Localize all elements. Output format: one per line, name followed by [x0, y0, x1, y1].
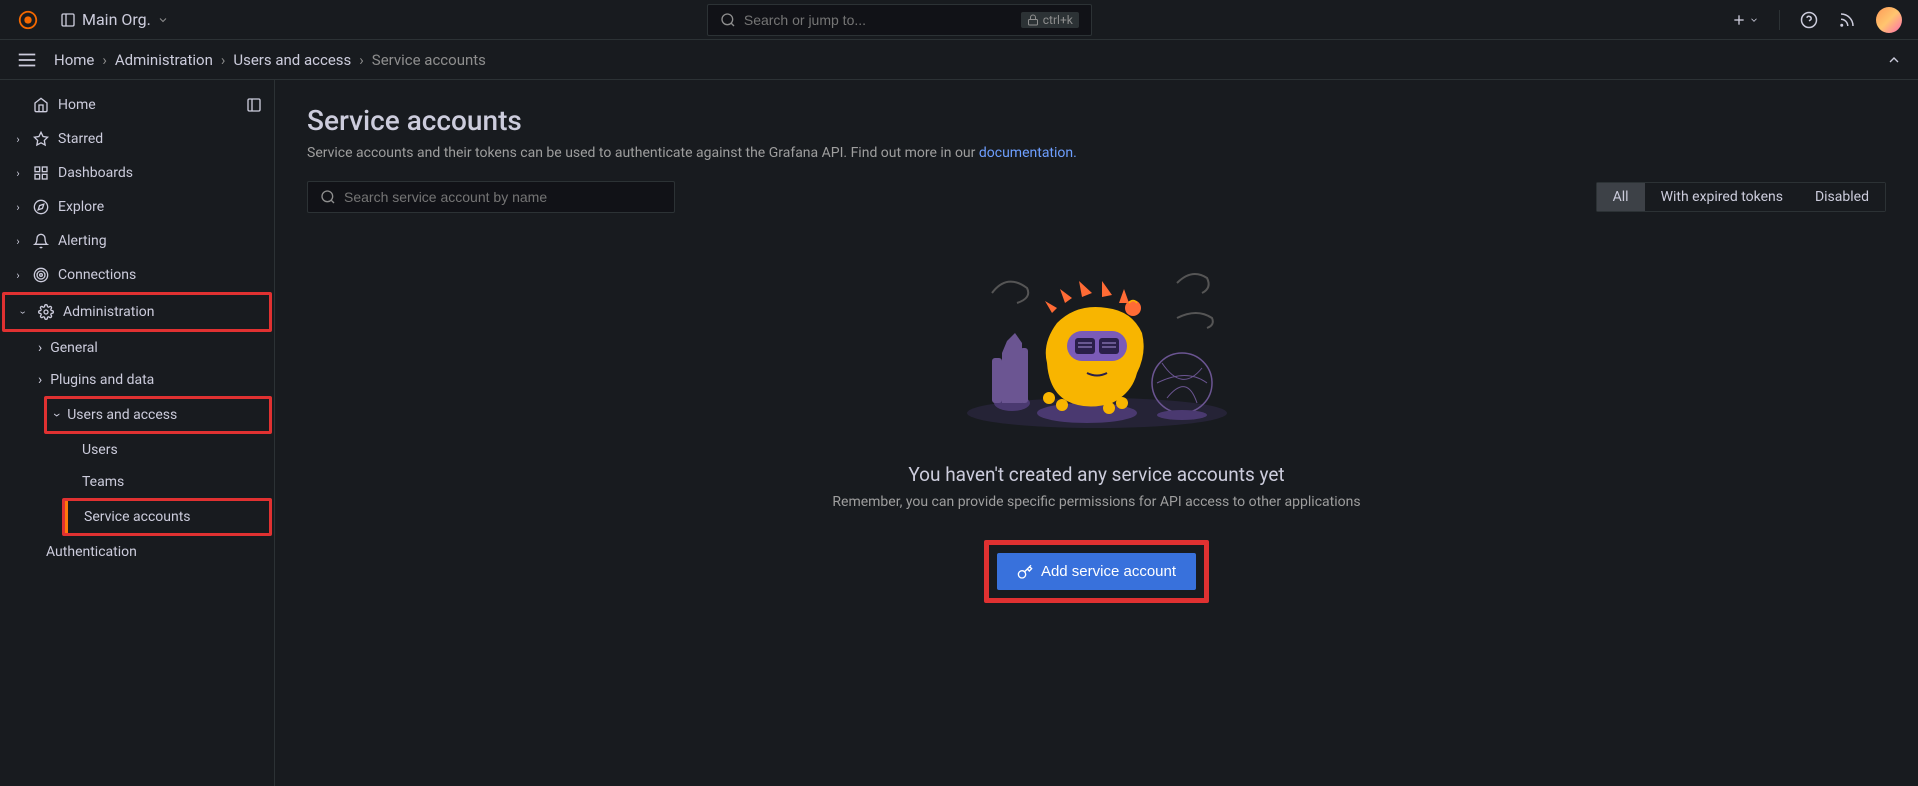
chevron-right-icon: ›	[12, 201, 24, 214]
sidebar-item-starred[interactable]: › Starred	[0, 122, 274, 156]
grafana-logo[interactable]	[16, 8, 40, 32]
sidebar-item-label: Users and access	[67, 407, 177, 423]
breadcrumb-bar: Home › Administration › Users and access…	[0, 40, 1918, 80]
chevron-down-icon: ›	[49, 413, 65, 417]
filter-tabs: All With expired tokens Disabled	[1596, 182, 1886, 212]
divider	[1779, 10, 1780, 30]
search-icon	[720, 12, 736, 28]
filter-tab-disabled[interactable]: Disabled	[1799, 183, 1885, 211]
sidebar-item-label: Authentication	[46, 544, 137, 560]
global-search[interactable]: ctrl+k	[707, 4, 1092, 36]
service-account-search[interactable]	[307, 181, 675, 213]
breadcrumb-current: Service accounts	[372, 51, 486, 69]
sidebar-item-dashboards[interactable]: › Dashboards	[0, 156, 274, 190]
sidebar: Home › Starred › Dashboards › Explore › …	[0, 80, 275, 786]
chevron-right-icon: ›	[12, 133, 24, 146]
chevron-right-icon: ›	[102, 51, 107, 69]
sidebar-item-label: Starred	[58, 131, 103, 147]
empty-state-subtitle: Remember, you can provide specific permi…	[832, 494, 1360, 510]
breadcrumbs: Home › Administration › Users and access…	[54, 51, 486, 69]
sidebar-item-service-accounts[interactable]: Service accounts	[65, 501, 269, 533]
dock-icon[interactable]	[246, 97, 262, 113]
empty-state-title: You haven't created any service accounts…	[908, 463, 1284, 486]
sidebar-item-label: Alerting	[58, 233, 107, 249]
news-button[interactable]	[1838, 11, 1856, 29]
search-icon	[320, 189, 336, 205]
sidebar-item-users[interactable]: Users	[0, 434, 274, 466]
chevron-right-icon: ›	[38, 340, 42, 356]
sidebar-item-home[interactable]: Home	[0, 88, 274, 122]
gear-icon	[37, 303, 55, 321]
star-icon	[32, 130, 50, 148]
sidebar-item-label: Explore	[58, 199, 104, 215]
collapse-button[interactable]	[1886, 52, 1902, 68]
chevron-right-icon: ›	[12, 269, 24, 282]
sidebar-item-alerting[interactable]: › Alerting	[0, 224, 274, 258]
global-search-input[interactable]	[744, 12, 1013, 28]
top-bar: Main Org. ctrl+k	[0, 0, 1918, 40]
user-avatar[interactable]	[1876, 7, 1902, 33]
service-account-search-input[interactable]	[344, 189, 662, 205]
sidebar-item-label: Administration	[63, 304, 154, 320]
sidebar-item-label: Dashboards	[58, 165, 133, 181]
chevron-down-icon: ›	[17, 306, 30, 318]
chevron-right-icon: ›	[12, 167, 24, 180]
help-button[interactable]	[1800, 11, 1818, 29]
sidebar-item-label: Users	[82, 442, 118, 458]
search-shortcut-hint: ctrl+k	[1021, 12, 1079, 28]
sidebar-item-explore[interactable]: › Explore	[0, 190, 274, 224]
bell-icon	[32, 232, 50, 250]
filter-tab-expired[interactable]: With expired tokens	[1645, 183, 1799, 211]
add-service-account-button[interactable]: Add service account	[997, 553, 1196, 590]
sidebar-item-label: Connections	[58, 267, 136, 283]
chevron-right-icon: ›	[12, 235, 24, 248]
sidebar-sub-item-plugins[interactable]: › Plugins and data	[0, 364, 274, 396]
dashboards-icon	[32, 164, 50, 182]
org-selector[interactable]: Main Org.	[52, 6, 177, 33]
top-bar-right	[1731, 7, 1902, 33]
sidebar-item-label: General	[50, 340, 98, 356]
chevron-right-icon: ›	[38, 372, 42, 388]
documentation-link[interactable]: documentation.	[979, 145, 1077, 161]
sidebar-sub-item-authentication[interactable]: Authentication	[0, 536, 274, 568]
chevron-right-icon: ›	[221, 51, 226, 69]
sidebar-item-connections[interactable]: › Connections	[0, 258, 274, 292]
empty-state: You haven't created any service accounts…	[307, 253, 1886, 603]
sidebar-item-label: Teams	[82, 474, 124, 490]
breadcrumb-users-access[interactable]: Users and access	[233, 51, 351, 69]
content-area: Service accounts Service accounts and th…	[275, 80, 1918, 786]
controls-row: All With expired tokens Disabled	[307, 181, 1886, 213]
home-icon	[32, 96, 50, 114]
org-name: Main Org.	[82, 10, 151, 29]
sidebar-item-teams[interactable]: Teams	[0, 466, 274, 498]
sidebar-item-label: Home	[58, 97, 96, 113]
chevron-down-icon	[157, 14, 169, 26]
hamburger-menu[interactable]	[16, 49, 38, 71]
sidebar-item-label: Service accounts	[84, 509, 191, 525]
sidebar-sub-item-users-access[interactable]: › Users and access	[47, 399, 269, 431]
sidebar-item-label: Plugins and data	[50, 372, 154, 388]
connections-icon	[32, 266, 50, 284]
breadcrumb-administration[interactable]: Administration	[115, 51, 213, 69]
page-title: Service accounts	[307, 104, 1886, 137]
key-icon	[1017, 564, 1033, 580]
add-button-highlight: Add service account	[984, 540, 1209, 603]
page-description: Service accounts and their tokens can be…	[307, 145, 1886, 161]
sidebar-sub-item-general[interactable]: › General	[0, 332, 274, 364]
add-menu[interactable]	[1731, 12, 1759, 28]
add-button-label: Add service account	[1041, 563, 1176, 580]
filter-tab-all[interactable]: All	[1597, 183, 1645, 211]
breadcrumb-home[interactable]: Home	[54, 51, 94, 69]
chevron-right-icon: ›	[359, 51, 364, 69]
compass-icon	[32, 198, 50, 216]
empty-illustration	[957, 253, 1237, 433]
sidebar-item-administration[interactable]: › Administration	[5, 295, 269, 329]
